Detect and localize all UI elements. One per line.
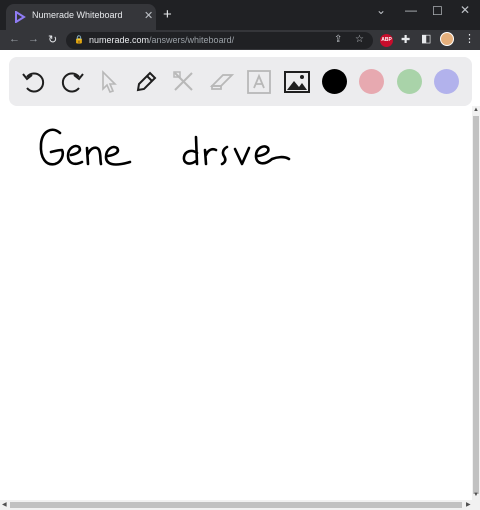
- window-close-icon[interactable]: ✕: [460, 3, 470, 17]
- kebab-menu-icon[interactable]: ⋮: [464, 32, 475, 45]
- pen-icon[interactable]: [133, 69, 159, 95]
- sidepanel-icon[interactable]: ◧: [421, 32, 431, 45]
- maximize-icon[interactable]: ☐: [432, 4, 443, 18]
- color-swatch-black[interactable]: [322, 69, 347, 94]
- tab-numerade-whiteboard[interactable]: Numerade Whiteboard ✕: [6, 4, 156, 30]
- plus-icon[interactable]: +: [163, 7, 172, 22]
- eraser-icon[interactable]: [209, 69, 235, 95]
- close-icon[interactable]: ✕: [144, 9, 153, 22]
- horizontal-scroll-thumb[interactable]: [10, 502, 462, 508]
- forward-arrow-icon[interactable]: →: [28, 33, 39, 45]
- lock-icon: 🔒: [74, 35, 84, 44]
- scroll-down-icon[interactable]: ▼: [473, 492, 479, 498]
- handwriting-strokes: [39, 128, 291, 166]
- whiteboard-toolbar: [9, 57, 472, 106]
- share-icon[interactable]: ⇪: [334, 34, 342, 45]
- puzzle-icon[interactable]: ✚: [401, 33, 410, 46]
- select-pointer-icon[interactable]: [96, 69, 122, 95]
- text-tool-icon[interactable]: [246, 69, 272, 95]
- color-swatch-purple[interactable]: [434, 69, 459, 94]
- whiteboard-canvas[interactable]: [0, 106, 472, 500]
- tab-title: Numerade Whiteboard: [32, 10, 123, 20]
- back-arrow-icon[interactable]: ←: [9, 33, 20, 45]
- horizontal-scrollbar[interactable]: ◀ ▶: [0, 500, 480, 510]
- undo-icon[interactable]: [21, 69, 47, 95]
- redo-icon[interactable]: [59, 69, 85, 95]
- reload-icon[interactable]: ↻: [48, 33, 57, 46]
- chevron-down-icon[interactable]: ⌄: [376, 3, 386, 17]
- browser-tab-strip: Numerade Whiteboard ✕ + ⌄ — ☐ ✕: [0, 0, 480, 30]
- vertical-scroll-thumb[interactable]: [473, 116, 479, 494]
- url-text: numerade.com/answers/whiteboard/: [89, 35, 235, 45]
- numerade-logo-icon: [15, 11, 26, 23]
- image-icon[interactable]: [284, 69, 310, 95]
- scroll-left-icon[interactable]: ◀: [2, 501, 7, 508]
- star-icon[interactable]: ☆: [355, 34, 364, 45]
- address-bar[interactable]: 🔒 numerade.com/answers/whiteboard/ ⇪ ☆: [66, 32, 373, 49]
- scroll-right-icon[interactable]: ▶: [466, 501, 471, 508]
- avatar[interactable]: [440, 32, 454, 46]
- color-swatch-pink[interactable]: [359, 69, 384, 94]
- scroll-up-icon[interactable]: ▲: [473, 107, 479, 113]
- minimize-icon[interactable]: —: [405, 3, 417, 17]
- color-swatch-green[interactable]: [397, 69, 422, 94]
- adblock-extension-icon[interactable]: ABP: [380, 34, 393, 47]
- shapes-tools-icon[interactable]: [171, 69, 197, 95]
- vertical-scrollbar[interactable]: ▲ ▼: [472, 106, 480, 500]
